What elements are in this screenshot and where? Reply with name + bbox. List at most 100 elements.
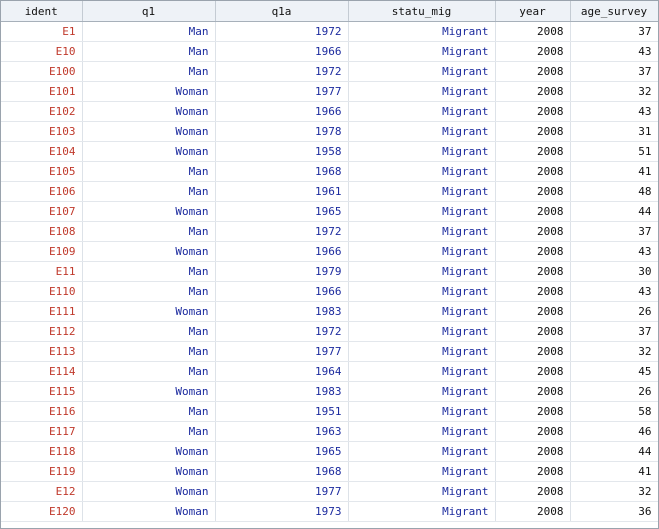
cell-age-survey[interactable]: 43 [570, 41, 658, 62]
cell-q1a[interactable]: 1968 [215, 161, 349, 182]
cell-year[interactable]: 2008 [495, 481, 571, 502]
cell-q1a[interactable]: 1951 [215, 401, 349, 422]
cell-ident[interactable]: E12 [1, 481, 83, 502]
cell-q1[interactable]: Woman [82, 441, 216, 462]
table-row[interactable]: E110 Man 1966 Migrant 2008 43 [1, 281, 658, 302]
cell-statu-mig[interactable]: Migrant [348, 301, 496, 322]
table-row[interactable]: E111 Woman 1983 Migrant 2008 26 [1, 301, 658, 322]
cell-age-survey[interactable]: 37 [570, 21, 658, 42]
cell-statu-mig[interactable]: Migrant [348, 21, 496, 42]
table-row[interactable]: E105 Man 1968 Migrant 2008 41 [1, 161, 658, 182]
cell-year[interactable]: 2008 [495, 441, 571, 462]
cell-ident[interactable]: E114 [1, 361, 83, 382]
cell-statu-mig[interactable]: Migrant [348, 221, 496, 242]
cell-q1[interactable]: Woman [82, 141, 216, 162]
cell-statu-mig[interactable]: Migrant [348, 201, 496, 222]
cell-year[interactable]: 2008 [495, 321, 571, 342]
cell-year[interactable]: 2008 [495, 301, 571, 322]
cell-year[interactable]: 2008 [495, 161, 571, 182]
cell-statu-mig[interactable]: Migrant [348, 481, 496, 502]
cell-ident[interactable]: E107 [1, 201, 83, 222]
cell-ident[interactable]: E112 [1, 321, 83, 342]
cell-q1a[interactable]: 1979 [215, 261, 349, 282]
table-row[interactable]: E100 Man 1972 Migrant 2008 37 [1, 61, 658, 82]
table-row[interactable]: E116 Man 1951 Migrant 2008 58 [1, 401, 658, 422]
cell-age-survey[interactable]: 41 [570, 461, 658, 482]
cell-ident[interactable]: E101 [1, 81, 83, 102]
cell-statu-mig[interactable]: Migrant [348, 501, 496, 522]
table-row[interactable]: E109 Woman 1966 Migrant 2008 43 [1, 241, 658, 262]
cell-ident[interactable]: E106 [1, 181, 83, 202]
cell-age-survey[interactable]: 30 [570, 261, 658, 282]
cell-year[interactable]: 2008 [495, 201, 571, 222]
cell-q1a[interactable]: 1961 [215, 181, 349, 202]
cell-q1[interactable]: Woman [82, 481, 216, 502]
cell-q1[interactable]: Man [82, 321, 216, 342]
cell-ident[interactable]: E117 [1, 421, 83, 442]
cell-age-survey[interactable]: 32 [570, 81, 658, 102]
cell-q1a[interactable]: 1977 [215, 481, 349, 502]
cell-ident[interactable]: E102 [1, 101, 83, 122]
cell-q1a[interactable]: 1966 [215, 281, 349, 302]
cell-age-survey[interactable]: 37 [570, 321, 658, 342]
cell-statu-mig[interactable]: Migrant [348, 321, 496, 342]
cell-age-survey[interactable]: 48 [570, 181, 658, 202]
cell-year[interactable]: 2008 [495, 141, 571, 162]
cell-age-survey[interactable]: 43 [570, 101, 658, 122]
table-row[interactable]: E108 Man 1972 Migrant 2008 37 [1, 221, 658, 242]
cell-q1a[interactable]: 1964 [215, 361, 349, 382]
cell-statu-mig[interactable]: Migrant [348, 261, 496, 282]
cell-year[interactable]: 2008 [495, 121, 571, 142]
cell-q1a[interactable]: 1966 [215, 241, 349, 262]
cell-q1[interactable]: Woman [82, 121, 216, 142]
cell-q1[interactable]: Woman [82, 81, 216, 102]
cell-q1[interactable]: Man [82, 221, 216, 242]
cell-statu-mig[interactable]: Migrant [348, 101, 496, 122]
cell-q1a[interactable]: 1968 [215, 461, 349, 482]
cell-q1[interactable]: Man [82, 21, 216, 42]
cell-q1a[interactable]: 1965 [215, 201, 349, 222]
cell-statu-mig[interactable]: Migrant [348, 281, 496, 302]
column-header-age-survey[interactable]: age_survey [570, 1, 658, 22]
cell-age-survey[interactable]: 32 [570, 481, 658, 502]
table-row[interactable]: E119 Woman 1968 Migrant 2008 41 [1, 461, 658, 482]
cell-year[interactable]: 2008 [495, 261, 571, 282]
cell-age-survey[interactable]: 26 [570, 301, 658, 322]
cell-q1[interactable]: Woman [82, 461, 216, 482]
cell-age-survey[interactable]: 41 [570, 161, 658, 182]
cell-age-survey[interactable]: 58 [570, 401, 658, 422]
cell-q1a[interactable]: 1978 [215, 121, 349, 142]
cell-q1[interactable]: Woman [82, 301, 216, 322]
data-editor-grid[interactable]: ident q1 q1a statu_mig year age_survey E… [0, 0, 659, 529]
cell-year[interactable]: 2008 [495, 281, 571, 302]
cell-q1[interactable]: Man [82, 161, 216, 182]
cell-q1[interactable]: Man [82, 401, 216, 422]
cell-statu-mig[interactable]: Migrant [348, 361, 496, 382]
cell-statu-mig[interactable]: Migrant [348, 121, 496, 142]
cell-year[interactable]: 2008 [495, 501, 571, 522]
cell-q1a[interactable]: 1972 [215, 61, 349, 82]
cell-year[interactable]: 2008 [495, 221, 571, 242]
cell-statu-mig[interactable]: Migrant [348, 341, 496, 362]
table-row[interactable]: E10 Man 1966 Migrant 2008 43 [1, 41, 658, 62]
cell-ident[interactable]: E116 [1, 401, 83, 422]
cell-q1a[interactable]: 1983 [215, 381, 349, 402]
cell-q1a[interactable]: 1983 [215, 301, 349, 322]
cell-age-survey[interactable]: 37 [570, 221, 658, 242]
cell-ident[interactable]: E111 [1, 301, 83, 322]
cell-q1[interactable]: Man [82, 281, 216, 302]
cell-statu-mig[interactable]: Migrant [348, 41, 496, 62]
column-header-q1[interactable]: q1 [82, 1, 216, 22]
cell-ident[interactable]: E119 [1, 461, 83, 482]
cell-q1[interactable]: Man [82, 421, 216, 442]
table-row[interactable]: E120 Woman 1973 Migrant 2008 36 [1, 501, 658, 522]
cell-q1a[interactable]: 1966 [215, 41, 349, 62]
cell-ident[interactable]: E1 [1, 21, 83, 42]
cell-q1[interactable]: Man [82, 361, 216, 382]
cell-year[interactable]: 2008 [495, 421, 571, 442]
cell-age-survey[interactable]: 43 [570, 241, 658, 262]
cell-q1[interactable]: Woman [82, 101, 216, 122]
cell-q1a[interactable]: 1973 [215, 501, 349, 522]
table-row[interactable]: E11 Man 1979 Migrant 2008 30 [1, 261, 658, 282]
cell-q1[interactable]: Woman [82, 201, 216, 222]
